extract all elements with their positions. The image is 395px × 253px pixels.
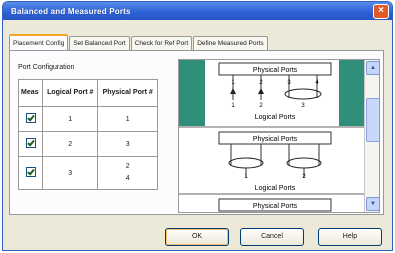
port-config-table: Meas Logical Port # Physical Port # 1 1 … bbox=[17, 79, 158, 190]
help-button[interactable]: Help bbox=[318, 228, 382, 246]
logical-port-number: 3 bbox=[301, 103, 305, 109]
port-diagram-view: Physical Ports 1 2 3 4 1 2 3 Logical Por… bbox=[178, 59, 380, 213]
title-bar[interactable]: Balanced and Measured Ports × bbox=[3, 2, 392, 20]
physical-ports-label: Physical Ports bbox=[253, 203, 298, 210]
balanced-pair-ellipse bbox=[228, 157, 264, 169]
cancel-button[interactable]: Cancel bbox=[240, 228, 304, 246]
tab-check-ref-port[interactable]: Check for Ref Port bbox=[130, 36, 193, 50]
physical-port-cell[interactable]: 2 4 bbox=[97, 156, 158, 190]
logical-port-cell[interactable]: 1 bbox=[42, 106, 99, 132]
meas-cell bbox=[17, 156, 44, 190]
tab-set-balanced-port[interactable]: Set Balanced Port bbox=[69, 36, 130, 50]
scrollbar-thumb[interactable] bbox=[366, 98, 379, 142]
close-icon[interactable]: × bbox=[373, 3, 389, 19]
balanced-pair-ellipse bbox=[286, 157, 322, 169]
meas-checkbox[interactable] bbox=[25, 113, 36, 123]
physical-ports-label: Physical Ports bbox=[253, 136, 298, 143]
tab-panel: Port Configuration Meas Logical Port # P… bbox=[9, 50, 384, 215]
logical-port-number: 2 bbox=[302, 174, 306, 180]
col-header-logical: Logical Port # bbox=[42, 79, 99, 107]
physical-port-number: 2 bbox=[259, 80, 263, 86]
col-header-meas: Meas bbox=[17, 79, 44, 107]
table-row: 2 3 bbox=[17, 131, 158, 157]
selection-highlight-left bbox=[179, 60, 205, 126]
meas-checkbox[interactable] bbox=[25, 138, 36, 148]
window-title: Balanced and Measured Ports bbox=[11, 6, 131, 16]
port-arrow bbox=[230, 88, 236, 94]
meas-cell bbox=[17, 106, 44, 132]
physical-port-number: 3 bbox=[287, 80, 291, 86]
diagram-scrollbar[interactable]: ▲ ▼ bbox=[364, 60, 379, 212]
port-configuration-label: Port Configuration bbox=[18, 64, 75, 71]
physical-port-cell[interactable]: 1 bbox=[97, 106, 158, 132]
scroll-down-icon[interactable]: ▼ bbox=[366, 197, 379, 211]
logical-port-number: 1 bbox=[244, 174, 248, 180]
tab-define-measured-ports[interactable]: Define Measured Ports bbox=[193, 36, 268, 50]
scroll-up-icon[interactable]: ▲ bbox=[366, 61, 379, 75]
logical-ports-label: Logical Ports bbox=[255, 185, 296, 192]
balanced-pair-ellipse bbox=[284, 88, 322, 100]
physical-port-number: 1 bbox=[231, 80, 235, 86]
logical-port-number: 1 bbox=[231, 103, 235, 109]
logical-port-cell[interactable]: 3 bbox=[42, 156, 99, 190]
col-header-physical: Physical Port # bbox=[97, 79, 158, 107]
logical-port-number: 2 bbox=[259, 103, 263, 109]
logical-port-cell[interactable]: 2 bbox=[42, 131, 99, 157]
physical-port-value: 4 bbox=[125, 175, 130, 182]
physical-port-number: 4 bbox=[315, 80, 319, 86]
physical-port-cell[interactable]: 3 bbox=[97, 131, 158, 157]
physical-ports-label: Physical Ports bbox=[253, 67, 298, 74]
meas-checkbox[interactable] bbox=[25, 167, 36, 177]
port-diagram: Physical Ports 1 2 3 4 1 2 3 Logical Por… bbox=[179, 60, 365, 212]
port-arrow bbox=[258, 88, 264, 94]
selection-highlight-right bbox=[339, 60, 365, 126]
tab-strip: Placement Config Set Balanced Port Check… bbox=[9, 34, 269, 51]
ok-button[interactable]: OK bbox=[165, 228, 229, 246]
logical-ports-label: Logical Ports bbox=[255, 114, 296, 121]
meas-cell bbox=[17, 131, 44, 157]
tab-placement-config[interactable]: Placement Config bbox=[9, 34, 69, 51]
table-row: 1 1 bbox=[17, 106, 158, 132]
table-row: 3 2 4 bbox=[17, 156, 158, 190]
physical-port-value: 2 bbox=[125, 163, 130, 170]
